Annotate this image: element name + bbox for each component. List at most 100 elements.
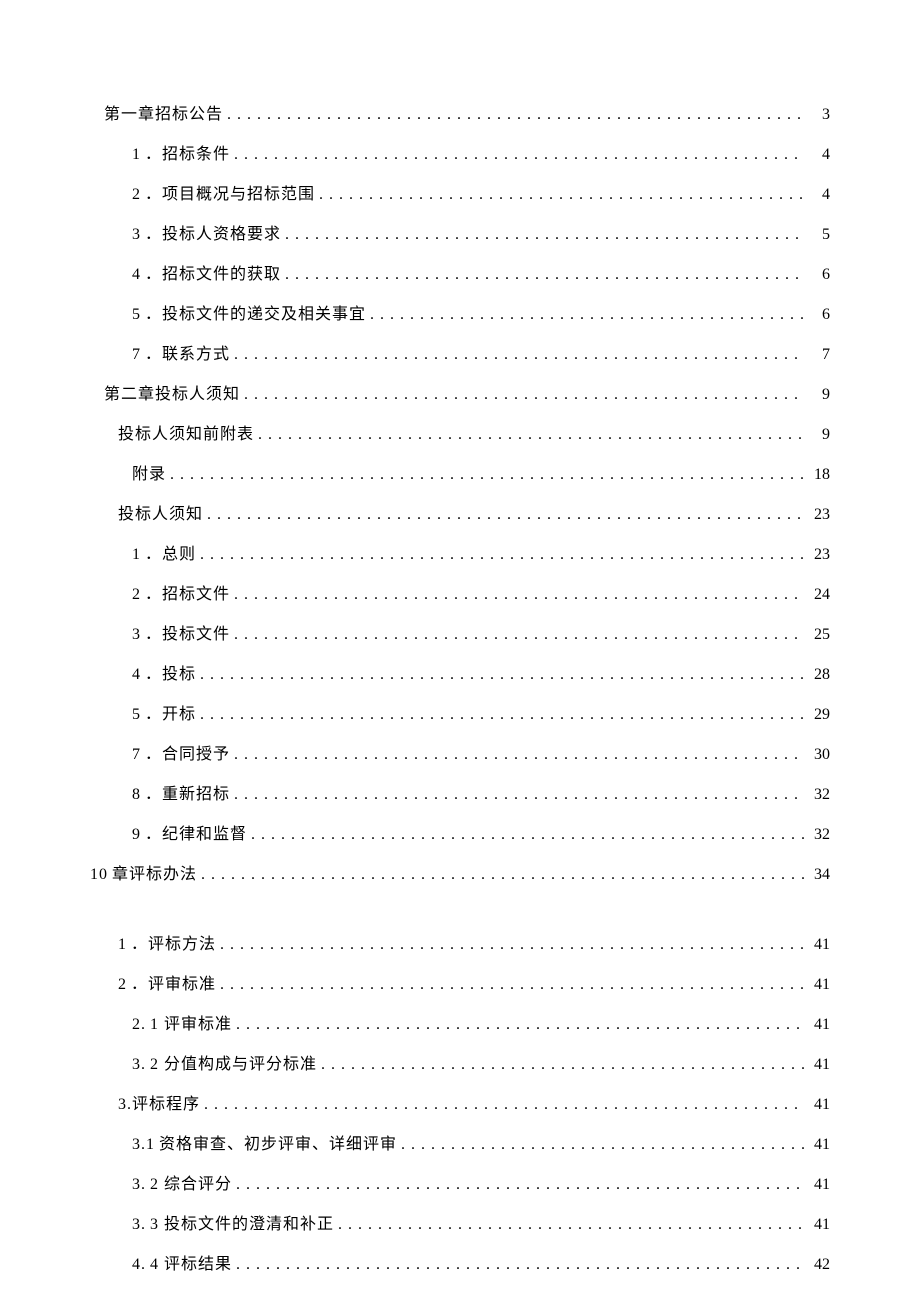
toc-page-number: 41 [804,1016,830,1034]
toc-entry[interactable]: 3.评标程序41 [90,1090,830,1114]
toc-leader-dots [216,936,804,954]
toc-entry[interactable]: 2．项目概况与招标范围4 [90,180,830,204]
toc-page-number: 24 [804,586,830,604]
toc-leader-dots [281,266,804,284]
toc-entry[interactable]: 10 章评标办法34 [90,860,830,884]
toc-page-number: 41 [804,1176,830,1194]
toc-leader-dots [247,826,804,844]
toc-number: 3 [132,226,141,244]
toc-number: 4 [132,666,141,684]
toc-number: 3. [132,1216,146,1234]
toc-leader-dots [281,226,804,244]
toc-leader-dots [397,1136,804,1154]
toc-leader-dots [166,466,804,484]
toc-entry[interactable]: 7．联系方式7 [90,340,830,364]
toc-number: 3.1 [132,1136,155,1154]
toc-leader-dots [203,506,804,524]
toc-entry[interactable]: 3．投标人资格要求5 [90,220,830,244]
toc-entry[interactable]: 附录18 [90,460,830,484]
toc-label: ．招标文件 [145,580,230,604]
toc-page-number: 30 [804,746,830,764]
toc-leader-dots [197,866,804,884]
toc-entry[interactable]: 第二章投标人须知9 [90,380,830,404]
toc-entry[interactable]: 3．投标文件25 [90,620,830,644]
toc-entry[interactable]: 4. 4 评标结果42 [90,1250,830,1274]
toc-leader-dots [232,1176,804,1194]
toc-number: 1 [118,936,127,954]
toc-number: 9 [132,826,141,844]
toc-leader-dots [317,1056,804,1074]
toc-entry[interactable]: 3. 2 分值构成与评分标准41 [90,1050,830,1074]
toc-entry[interactable]: 7．合同授予30 [90,740,830,764]
toc-label: ．项目概况与招标范围 [145,180,315,204]
toc-number: 2 [118,976,127,994]
toc-entry[interactable]: 4．投标 28 [90,660,830,684]
toc-page-number: 29 [804,706,830,724]
toc-page-number: 3 [804,106,830,124]
toc-label: 1 评审标准 [150,1010,232,1034]
toc-label: ．纪律和监督 [145,820,247,844]
toc-page-number: 41 [804,976,830,994]
toc-label: ．总则 [145,540,196,564]
toc-leader-dots [230,146,804,164]
toc-page-number: 4 [804,186,830,204]
toc-number: 1 [132,546,141,564]
toc-label: ．评标方法 [131,930,216,954]
toc-page-number: 4 [804,146,830,164]
toc-label: ．投标 [145,660,196,684]
toc-label: 第二章投标人须知 [104,380,240,404]
toc-page-number: 41 [804,1216,830,1234]
toc-entry[interactable]: 5．投标文件的递交及相关事宜6 [90,300,830,324]
toc-container: 第一章招标公告31．招标条件42．项目概况与招标范围43．投标人资格要求54．招… [90,100,830,1274]
toc-entry[interactable]: 9．纪律和监督 32 [90,820,830,844]
toc-leader-dots [216,976,804,994]
toc-label: 2 分值构成与评分标准 [150,1050,317,1074]
toc-leader-dots [230,786,804,804]
toc-entry[interactable]: 2．评审标准 41 [90,970,830,994]
toc-entry[interactable]: 4．招标文件的获取6 [90,260,830,284]
toc-number: 1 [132,146,141,164]
toc-entry[interactable]: 3.1 资格审查、初步评审、详细评审 41 [90,1130,830,1154]
toc-number: 3 [132,626,141,644]
toc-page-number: 23 [804,506,830,524]
toc-leader-dots [196,706,804,724]
toc-entry[interactable]: 3. 3 投标文件的澄清和补正41 [90,1210,830,1234]
toc-entry[interactable]: 5．开标29 [90,700,830,724]
toc-leader-dots [240,386,804,404]
toc-page-number: 25 [804,626,830,644]
toc-label: ．评审标准 [131,970,216,994]
toc-entry[interactable]: 1．招标条件4 [90,140,830,164]
toc-entry[interactable]: 8．重新招标32 [90,780,830,804]
toc-label: ．招标文件的获取 [145,260,281,284]
toc-page-number: 32 [804,826,830,844]
toc-entry[interactable]: 第一章招标公告3 [90,100,830,124]
toc-leader-dots [196,666,804,684]
toc-gap [90,900,830,930]
toc-number: 5 [132,706,141,724]
toc-entry[interactable]: 2．招标文件24 [90,580,830,604]
toc-number: 4 [132,266,141,284]
toc-entry[interactable]: 1．总则 23 [90,540,830,564]
toc-leader-dots [230,346,804,364]
toc-label: 4 评标结果 [150,1250,232,1274]
toc-entry[interactable]: 投标人须知前附表9 [90,420,830,444]
toc-label: 3.评标程序 [118,1090,200,1114]
toc-page-number: 28 [804,666,830,684]
toc-leader-dots [334,1216,804,1234]
toc-leader-dots [223,106,804,124]
toc-label: 2 综合评分 [150,1170,232,1194]
toc-entry[interactable]: 3. 2 综合评分 41 [90,1170,830,1194]
toc-number: 3. [132,1176,146,1194]
toc-page-number: 23 [804,546,830,564]
toc-entry[interactable]: 1．评标方法41 [90,930,830,954]
toc-leader-dots [230,626,804,644]
toc-page-number: 41 [804,1136,830,1154]
toc-leader-dots [254,426,804,444]
toc-leader-dots [196,546,804,564]
toc-entry[interactable]: 2. 1 评审标准41 [90,1010,830,1034]
toc-label: 资格审查、初步评审、详细评审 [159,1130,397,1154]
toc-page-number: 18 [804,466,830,484]
toc-number: 8 [132,786,141,804]
toc-entry[interactable]: 投标人须知23 [90,500,830,524]
toc-number: 10 [90,866,108,884]
